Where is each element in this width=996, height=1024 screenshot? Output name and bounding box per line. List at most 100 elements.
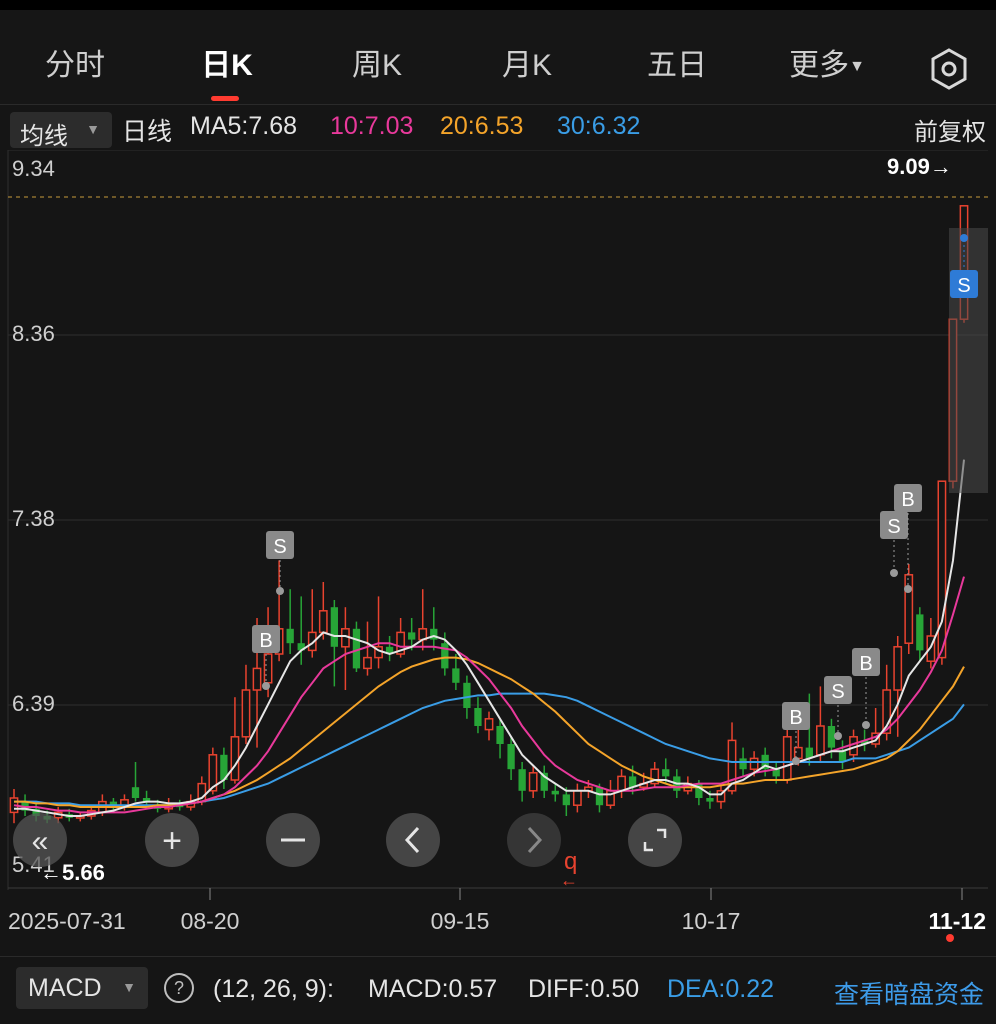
date-label: 2025-07-31: [8, 908, 126, 934]
candle-up: [318, 610, 328, 634]
candle-up: [572, 790, 582, 806]
trade-marker-s[interactable]: S: [880, 511, 908, 577]
candle-up: [263, 653, 273, 684]
zoom-out-button[interactable]: [266, 813, 320, 867]
help-icon[interactable]: ?: [164, 973, 194, 1003]
cursor-marker-arrow: ←: [560, 870, 578, 890]
candle-down: [595, 787, 604, 806]
candle-down: [474, 708, 482, 726]
macd-indicator-select[interactable]: MACD ▼: [16, 967, 148, 1009]
kline-svg[interactable]: 9.34 8.36 7.38 6.39 5.41 9.09→ ←5.66 S B…: [0, 149, 996, 950]
high-price-marker: 9.09→: [887, 154, 952, 179]
candle-down: [551, 790, 559, 795]
indicator-select[interactable]: 均线 ▼: [10, 112, 112, 150]
selection-highlight: [949, 228, 988, 493]
candle-down: [562, 794, 570, 806]
svg-text:«: «: [32, 825, 49, 858]
svg-text:S: S: [273, 536, 286, 558]
tab-monthly-k[interactable]: 月K: [472, 40, 582, 84]
candle-up: [252, 667, 262, 691]
tab-weekly-k[interactable]: 周K: [322, 40, 432, 84]
candle-up: [230, 736, 240, 781]
candle-down: [706, 798, 714, 802]
ma20-value: 20:6.53: [440, 112, 524, 140]
candle-down: [507, 744, 515, 770]
macd-value: MACD:0.57: [368, 975, 498, 1003]
candle-down: [452, 668, 460, 683]
candle-up: [782, 736, 792, 781]
moving-average-lines: [13, 459, 965, 817]
price-label: 8.36: [12, 321, 55, 346]
candle-down: [518, 769, 526, 791]
candle-down: [441, 643, 449, 669]
candle-up: [893, 646, 903, 691]
tab-daily-k[interactable]: 日K: [172, 40, 282, 84]
price-adjust-toggle[interactable]: 前复权: [914, 112, 986, 147]
date-label: 11-12: [928, 908, 986, 934]
svg-text:S: S: [831, 681, 844, 703]
candle-up: [904, 574, 914, 644]
price-label: 7.38: [12, 506, 55, 531]
reset-view-button[interactable]: [628, 813, 682, 867]
caret-down-icon: ▼: [849, 58, 865, 76]
tab-intraday[interactable]: 分时: [20, 40, 130, 84]
fast-back-button[interactable]: «: [13, 813, 67, 867]
status-strip: [0, 0, 996, 10]
candle-down: [330, 607, 338, 647]
period-tab-bar: 分时 日K 周K 月K 五日 更多▼: [0, 10, 996, 104]
candle-up: [528, 772, 538, 792]
candle-down: [463, 682, 471, 708]
svg-text:B: B: [901, 489, 914, 511]
candle-down: [496, 726, 504, 744]
candle-up: [937, 480, 947, 659]
settings-hexagon-icon[interactable]: [926, 46, 972, 92]
trade-marker-s[interactable]: S: [266, 531, 294, 595]
candle-down: [286, 628, 294, 644]
candle-down: [739, 758, 747, 770]
zoom-in-button[interactable]: +: [145, 813, 199, 867]
candle-up: [241, 689, 251, 738]
tab-more[interactable]: 更多▼: [772, 40, 882, 84]
macd-params: (12, 26, 9):: [213, 975, 334, 1003]
candle-down: [408, 632, 416, 640]
date-label: 09-15: [431, 908, 490, 934]
candle-down: [662, 769, 670, 777]
svg-text:B: B: [859, 653, 872, 675]
indicator-select-label: 均线: [20, 123, 68, 150]
candle-down: [131, 787, 140, 798]
caret-down-icon: ▼: [86, 121, 100, 137]
dea-value: DEA:0.22: [667, 975, 775, 1003]
ma30-value: 30:6.32: [557, 112, 641, 140]
svg-text:S: S: [957, 275, 970, 297]
macd-select-label: MACD: [28, 974, 102, 1002]
candle-down: [430, 628, 438, 640]
tab-five-day[interactable]: 五日: [622, 40, 732, 84]
date-label: 10-17: [682, 908, 741, 934]
candle-up: [363, 656, 372, 670]
candle-up: [484, 718, 494, 731]
svg-text:S: S: [887, 516, 900, 538]
caret-down-icon: ▼: [122, 979, 136, 995]
svg-text:+: +: [162, 822, 182, 860]
candle-down: [916, 614, 924, 651]
candles-group: [9, 205, 969, 824]
dark-pool-funds-link[interactable]: 查看暗盘资金: [834, 975, 984, 1011]
candle-up: [617, 775, 626, 792]
current-date-dot: [946, 934, 954, 942]
candle-up: [749, 757, 759, 770]
date-label: 08-20: [181, 908, 240, 934]
candle-up: [816, 725, 825, 756]
price-label: 6.39: [12, 691, 55, 716]
svg-text:B: B: [259, 630, 272, 652]
kline-chart[interactable]: 9.34 8.36 7.38 6.39 5.41 9.09→ ←5.66 S B…: [0, 149, 996, 950]
ma5-value: MA5:7.68: [190, 112, 298, 140]
ma10-value: 10:7.03: [330, 112, 414, 140]
candle-down: [827, 726, 836, 748]
price-label: 9.34: [12, 156, 55, 181]
prev-button[interactable]: [386, 813, 440, 867]
svg-text:B: B: [789, 707, 802, 729]
next-button[interactable]: [507, 813, 561, 867]
period-label: 日线: [122, 118, 173, 146]
diff-value: DIFF:0.50: [528, 975, 640, 1003]
macd-legend-bar: MACD ▼ ? (12, 26, 9): MACD:0.57 DIFF:0.5…: [0, 956, 996, 1024]
